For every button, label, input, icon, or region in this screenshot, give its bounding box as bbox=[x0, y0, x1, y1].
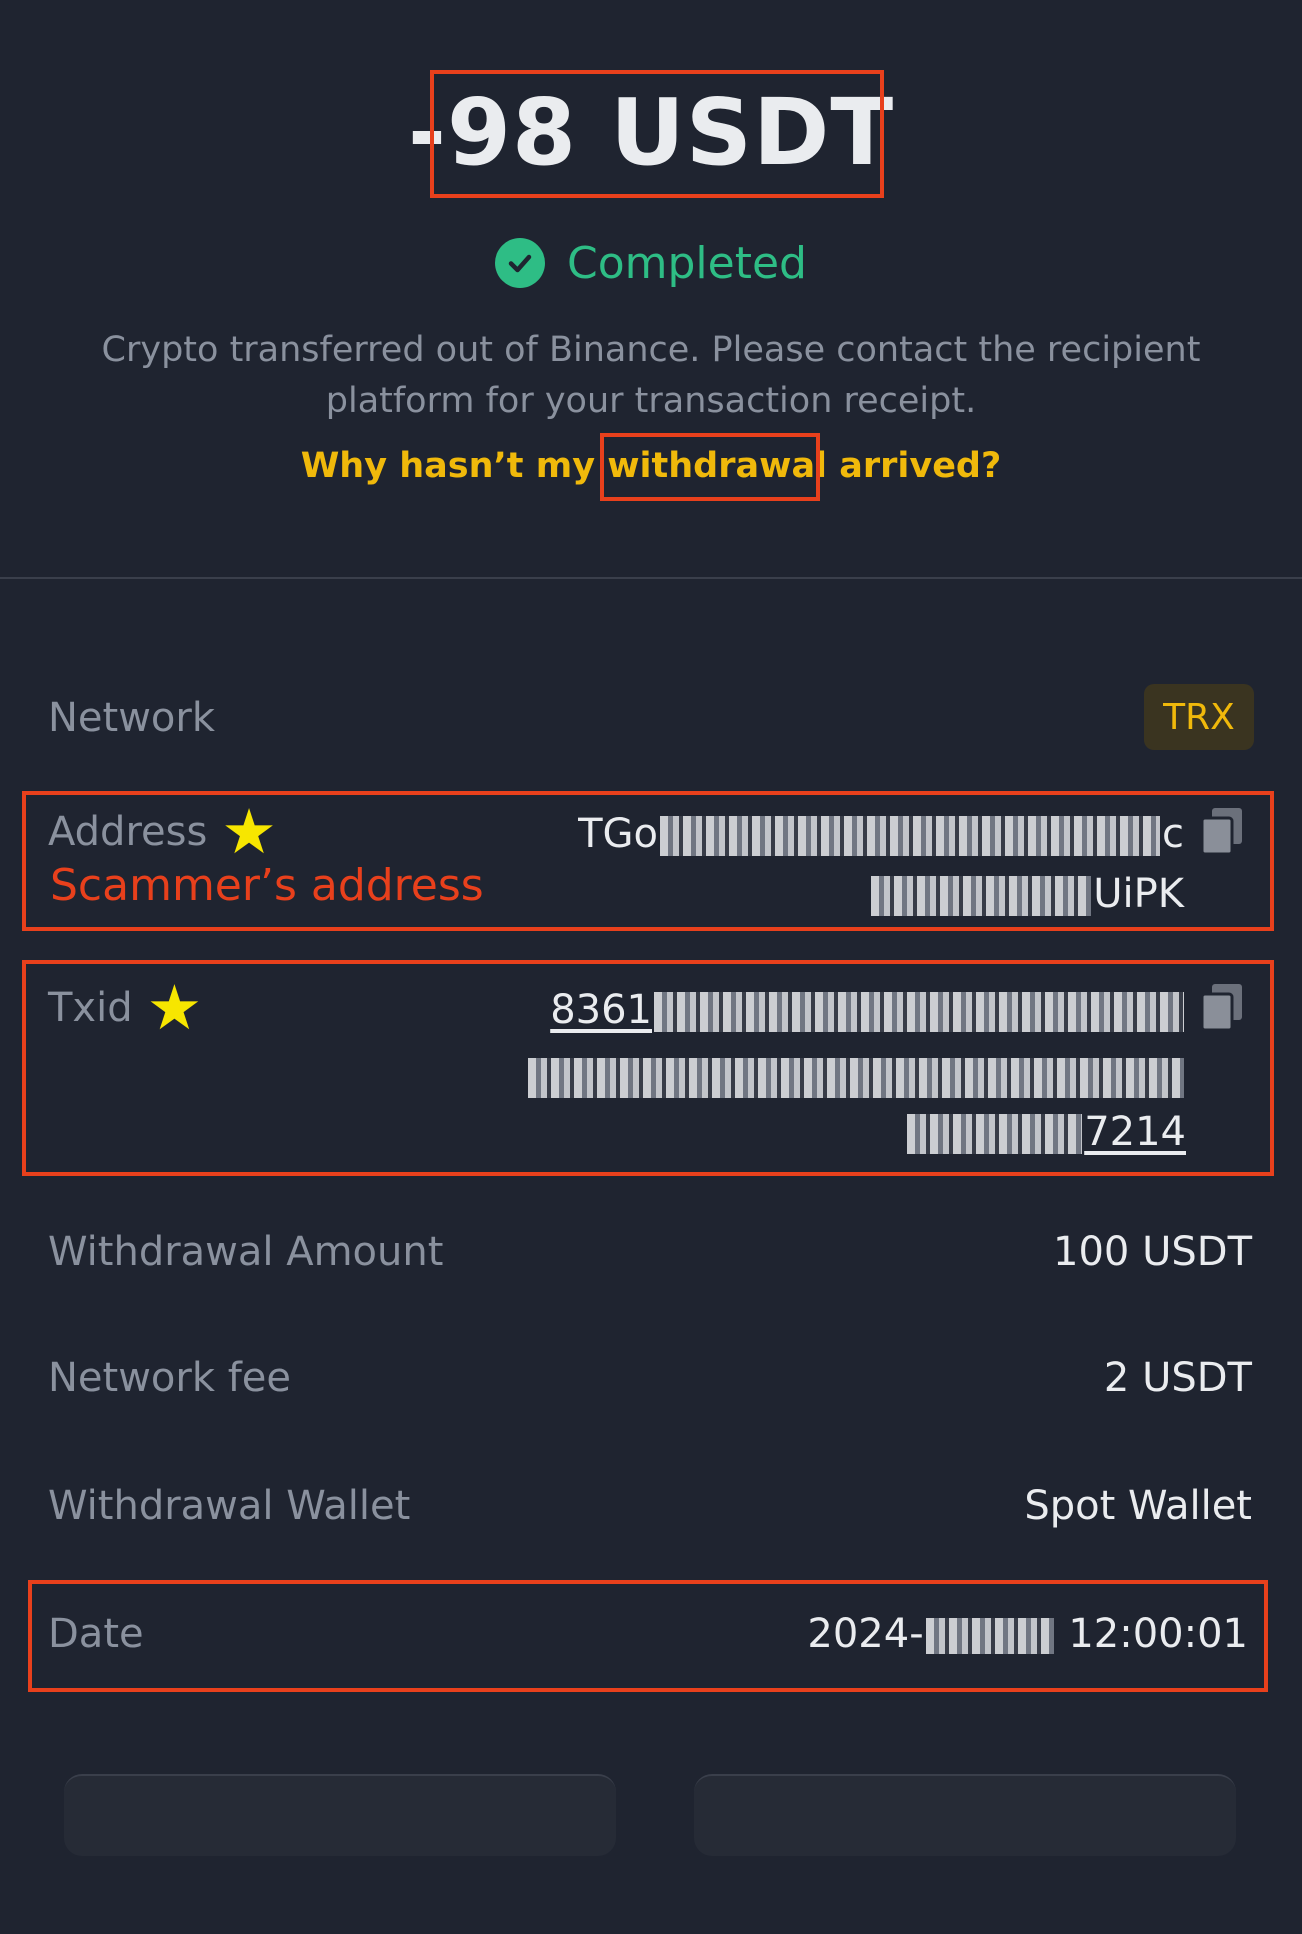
withdrawal-wallet-value: Spot Wallet bbox=[1024, 1483, 1252, 1529]
network-fee-value: 2 USDT bbox=[1103, 1355, 1252, 1401]
network-label: Network bbox=[48, 695, 216, 741]
bottom-button-right[interactable] bbox=[694, 1774, 1236, 1856]
status-text: Completed bbox=[567, 237, 807, 289]
address-redacted-part-2 bbox=[871, 876, 1092, 916]
star-icon: ★ bbox=[146, 971, 203, 1044]
star-icon: ★ bbox=[221, 795, 277, 868]
withdrawal-wallet-label: Withdrawal Wallet bbox=[48, 1483, 411, 1529]
scammer-address-annotation: Scammer’s address bbox=[50, 860, 484, 911]
date-prefix: 2024- bbox=[807, 1611, 924, 1657]
txid-prefix: 8361 bbox=[550, 987, 652, 1033]
withdrawal-amount-label: Withdrawal Amount bbox=[48, 1229, 444, 1275]
txid-redacted-part-3 bbox=[907, 1114, 1083, 1154]
copy-icon[interactable] bbox=[1198, 982, 1244, 1032]
txid-label: Txid bbox=[48, 985, 133, 1031]
date-suffix: 12:00:01 bbox=[1068, 1611, 1248, 1657]
address-line-2[interactable]: UiPK bbox=[869, 866, 1184, 922]
txid-label-group: Txid ★ bbox=[48, 971, 203, 1044]
address-suffix: c bbox=[1162, 811, 1184, 857]
withdrawal-amount-value: 100 USDT bbox=[1053, 1229, 1252, 1275]
date-redacted-part bbox=[925, 1618, 1054, 1654]
status-description: Crypto transferred out of Binance. Pleas… bbox=[101, 330, 1201, 421]
address-suffix-2: UiPK bbox=[1093, 871, 1184, 917]
check-circle-icon bbox=[495, 238, 545, 288]
copy-icon[interactable] bbox=[1198, 806, 1244, 856]
network-badge: TRX bbox=[1144, 684, 1254, 750]
txid-line-1[interactable]: 8361 bbox=[550, 982, 1186, 1038]
status-row: Completed bbox=[0, 232, 1302, 294]
amount-highlight-box bbox=[430, 70, 884, 198]
withdrawal-word-highlight-box bbox=[600, 433, 820, 501]
address-redacted-part bbox=[660, 816, 1160, 856]
date-value: 2024- 12:00:01 bbox=[807, 1606, 1248, 1662]
address-label-group: Address ★ bbox=[48, 795, 277, 868]
txid-suffix: 7214 bbox=[1084, 1109, 1186, 1155]
network-fee-label: Network fee bbox=[48, 1355, 292, 1401]
txid-line-3[interactable]: 7214 bbox=[905, 1104, 1186, 1160]
address-prefix: TGo bbox=[578, 811, 658, 857]
bottom-button-left[interactable] bbox=[64, 1774, 616, 1856]
date-label: Date bbox=[48, 1611, 144, 1657]
address-label: Address bbox=[48, 809, 208, 855]
address-line-1[interactable]: TGo c bbox=[578, 806, 1184, 862]
txid-line-2[interactable] bbox=[526, 1048, 1186, 1104]
txid-redacted-part-2 bbox=[528, 1058, 1184, 1098]
txid-redacted-part bbox=[654, 992, 1184, 1032]
divider bbox=[0, 577, 1302, 579]
